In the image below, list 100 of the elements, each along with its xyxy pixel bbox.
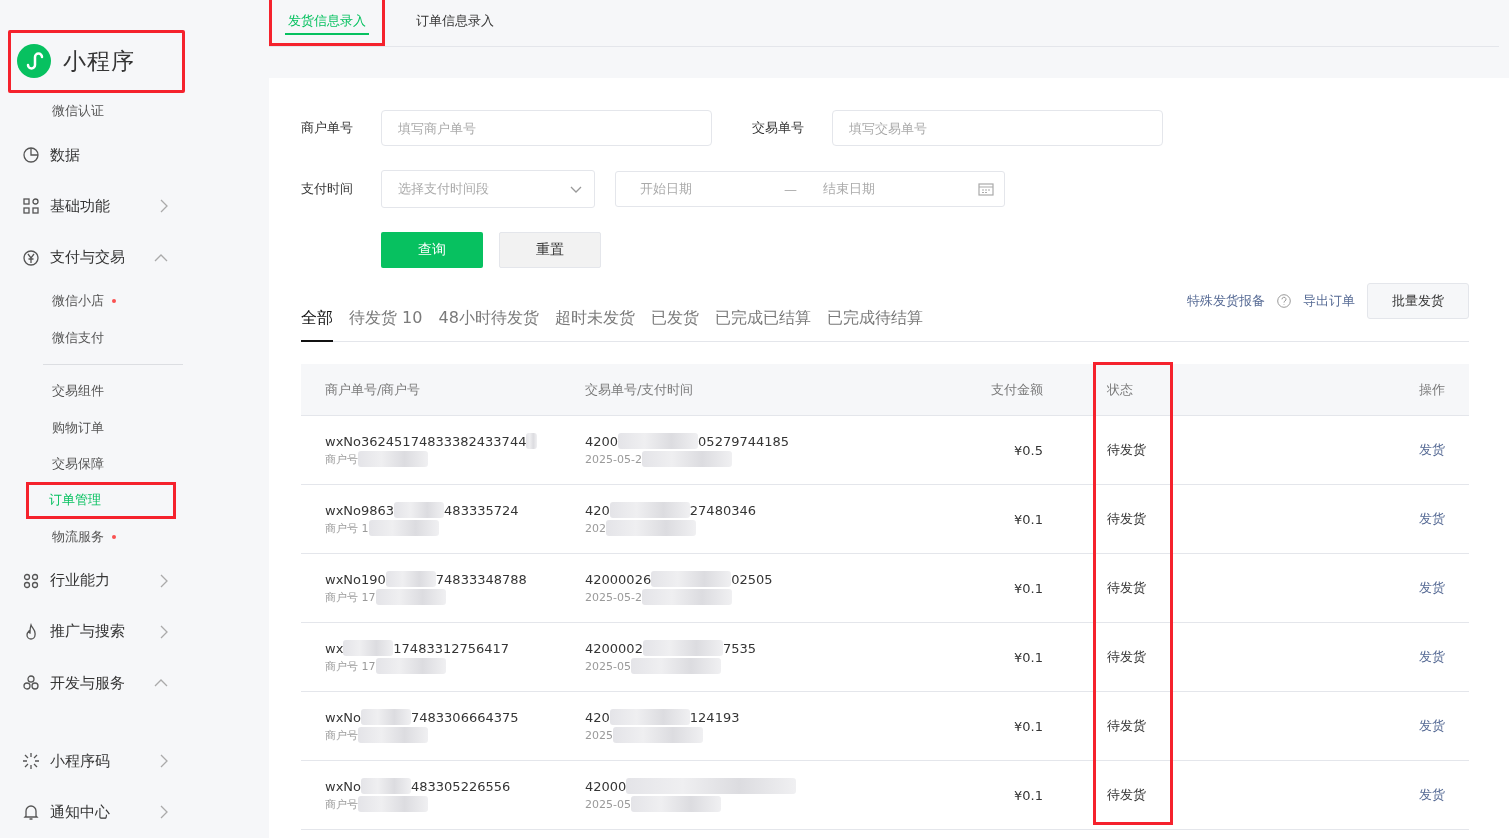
order-no: wxNo36245174833382433744 [325, 433, 527, 449]
pay-time: 2025 [585, 728, 613, 742]
sidebar-group[interactable]: 数据 [8, 129, 208, 181]
sidebar-item[interactable]: 交易保障 [29, 445, 169, 483]
column-header: 交易单号/支付时间 [584, 380, 695, 399]
sidebar-item[interactable]: 微信认证 [29, 93, 169, 130]
sidebar-group[interactable]: 行业能力 [8, 554, 208, 607]
trade-no-tail: 02505 [731, 571, 773, 587]
redaction-blur [385, 571, 436, 587]
yen-icon [22, 248, 40, 267]
nodes-icon [22, 571, 40, 590]
amount: ¥0.1 [1013, 787, 1044, 803]
ship-link[interactable]: 发货 [1309, 786, 1469, 804]
trade-no-field[interactable]: 填写交易单号 [832, 110, 1163, 146]
order-no-tail: 483305226556 [411, 778, 511, 794]
field-label: 支付时间 [301, 180, 354, 198]
ship-link[interactable]: 发货 [1309, 510, 1469, 528]
redaction-blur [375, 658, 446, 674]
order-no: wx [325, 640, 344, 656]
calendar-icon [978, 182, 994, 196]
sidebar-item[interactable]: 物流服务 [29, 518, 169, 555]
order-no: wxNo [325, 778, 361, 794]
trade-no-tail: 124193 [689, 709, 740, 725]
order-no: wxNo [325, 709, 361, 725]
status-tab[interactable]: 全部 [301, 295, 333, 342]
status-tab[interactable]: 已完成已结算 [714, 295, 811, 342]
ship-link[interactable]: 发货 [1309, 579, 1469, 597]
trade-no: 4200002 [585, 640, 643, 656]
redaction-blur [361, 709, 411, 725]
order-no: wxNo9863 [325, 502, 395, 518]
trade-no: 4200 [585, 433, 619, 449]
status-tab[interactable]: 待发货 10 [349, 295, 423, 342]
trade-no: 42000026 [585, 571, 652, 587]
status-tab[interactable]: 已发货 [650, 295, 699, 342]
status-tab[interactable]: 已完成待结算 [826, 295, 923, 342]
order-no-tail: 74833348788 [435, 571, 527, 587]
logo-icon [17, 44, 51, 79]
ship-link[interactable]: 发货 [1309, 717, 1469, 735]
reset-button[interactable]: 重置 [499, 232, 601, 268]
trade-no-tail: 7535 [722, 640, 756, 656]
app-title: 小程序 [63, 47, 135, 76]
pay-time: 2025-05-2 [585, 452, 642, 466]
column-header: 支付金额 [990, 380, 1044, 399]
chevron-right-icon [160, 624, 168, 639]
special-report-link[interactable]: 特殊发货报备 [1187, 292, 1265, 310]
sidebar-group[interactable]: 小程序码 [8, 735, 208, 787]
ship-link[interactable]: 发货 [1309, 648, 1469, 666]
sidebar-item[interactable]: 微信支付 [29, 319, 169, 357]
chevron-right-icon [160, 754, 168, 769]
sidebar-group[interactable]: 基础功能 [8, 180, 208, 232]
sparkle-icon [22, 752, 40, 771]
sidebar-item[interactable]: 购物订单 [29, 409, 169, 446]
redaction-blur [368, 520, 439, 536]
chevron-up-icon [154, 679, 168, 688]
sidebar-group[interactable]: 开发与服务 [8, 657, 208, 709]
pay-time: 2025-05-2 [585, 590, 642, 604]
field-label: 商户单号 [301, 119, 354, 137]
merchant-no-field[interactable]: 填写商户单号 [381, 110, 712, 146]
amount: ¥0.1 [1013, 511, 1044, 527]
status-tab[interactable]: 48小时待发货 [438, 295, 539, 342]
amount: ¥0.5 [1013, 442, 1044, 458]
order-status: 待发货 [1106, 441, 1147, 459]
ship-link[interactable]: 发货 [1309, 441, 1469, 459]
bell-icon [22, 803, 40, 822]
trade-no-tail: 27480346 [689, 502, 756, 518]
help-icon [1277, 294, 1291, 308]
status-tab[interactable]: 超时未发货 [554, 295, 635, 342]
chevron-right-icon [160, 805, 168, 820]
trade-no: 420 [585, 502, 610, 518]
order-no-tail: 483335724 [444, 502, 519, 518]
column-header: 操作 [1418, 380, 1446, 399]
pie-chart-icon [22, 146, 40, 164]
pay-time: 2025-05 [585, 659, 631, 673]
amount: ¥0.1 [1013, 649, 1044, 665]
sidebar-group[interactable]: 通知中心 [8, 786, 208, 838]
sidebar-group[interactable]: 支付与交易 [8, 231, 208, 284]
top-tab[interactable]: 订单信息录入 [397, 0, 513, 46]
sidebar-item[interactable]: 微信小店 [29, 283, 169, 320]
redaction-blur [358, 727, 428, 743]
sidebar-item[interactable]: 交易组件 [29, 373, 169, 410]
order-status: 待发货 [1106, 579, 1147, 597]
redaction-blur [361, 778, 411, 794]
field-label: 交易单号 [752, 119, 805, 137]
export-link[interactable]: 导出订单 [1303, 292, 1355, 310]
amount: ¥0.1 [1013, 580, 1044, 596]
redaction-blur [394, 502, 445, 518]
pay-time: 202 [585, 521, 606, 535]
chevron-up-icon [154, 253, 168, 262]
merchant-no: 商户号 [325, 796, 358, 812]
column-header: 状态 [1106, 380, 1134, 399]
batch-ship-button[interactable]: 批量发货 [1367, 283, 1469, 319]
sidebar-group[interactable]: 推广与搜索 [8, 606, 208, 658]
trade-no: 420 [585, 709, 610, 725]
chevron-right-icon [160, 573, 168, 588]
redaction-blur [343, 640, 394, 656]
merchant-no: 商户号 [325, 727, 358, 743]
chevron-down-icon [570, 185, 582, 193]
order-no: wxNo190 [325, 571, 386, 587]
amount: ¥0.1 [1013, 718, 1044, 734]
merchant-no: 商户号 1 [325, 520, 369, 536]
